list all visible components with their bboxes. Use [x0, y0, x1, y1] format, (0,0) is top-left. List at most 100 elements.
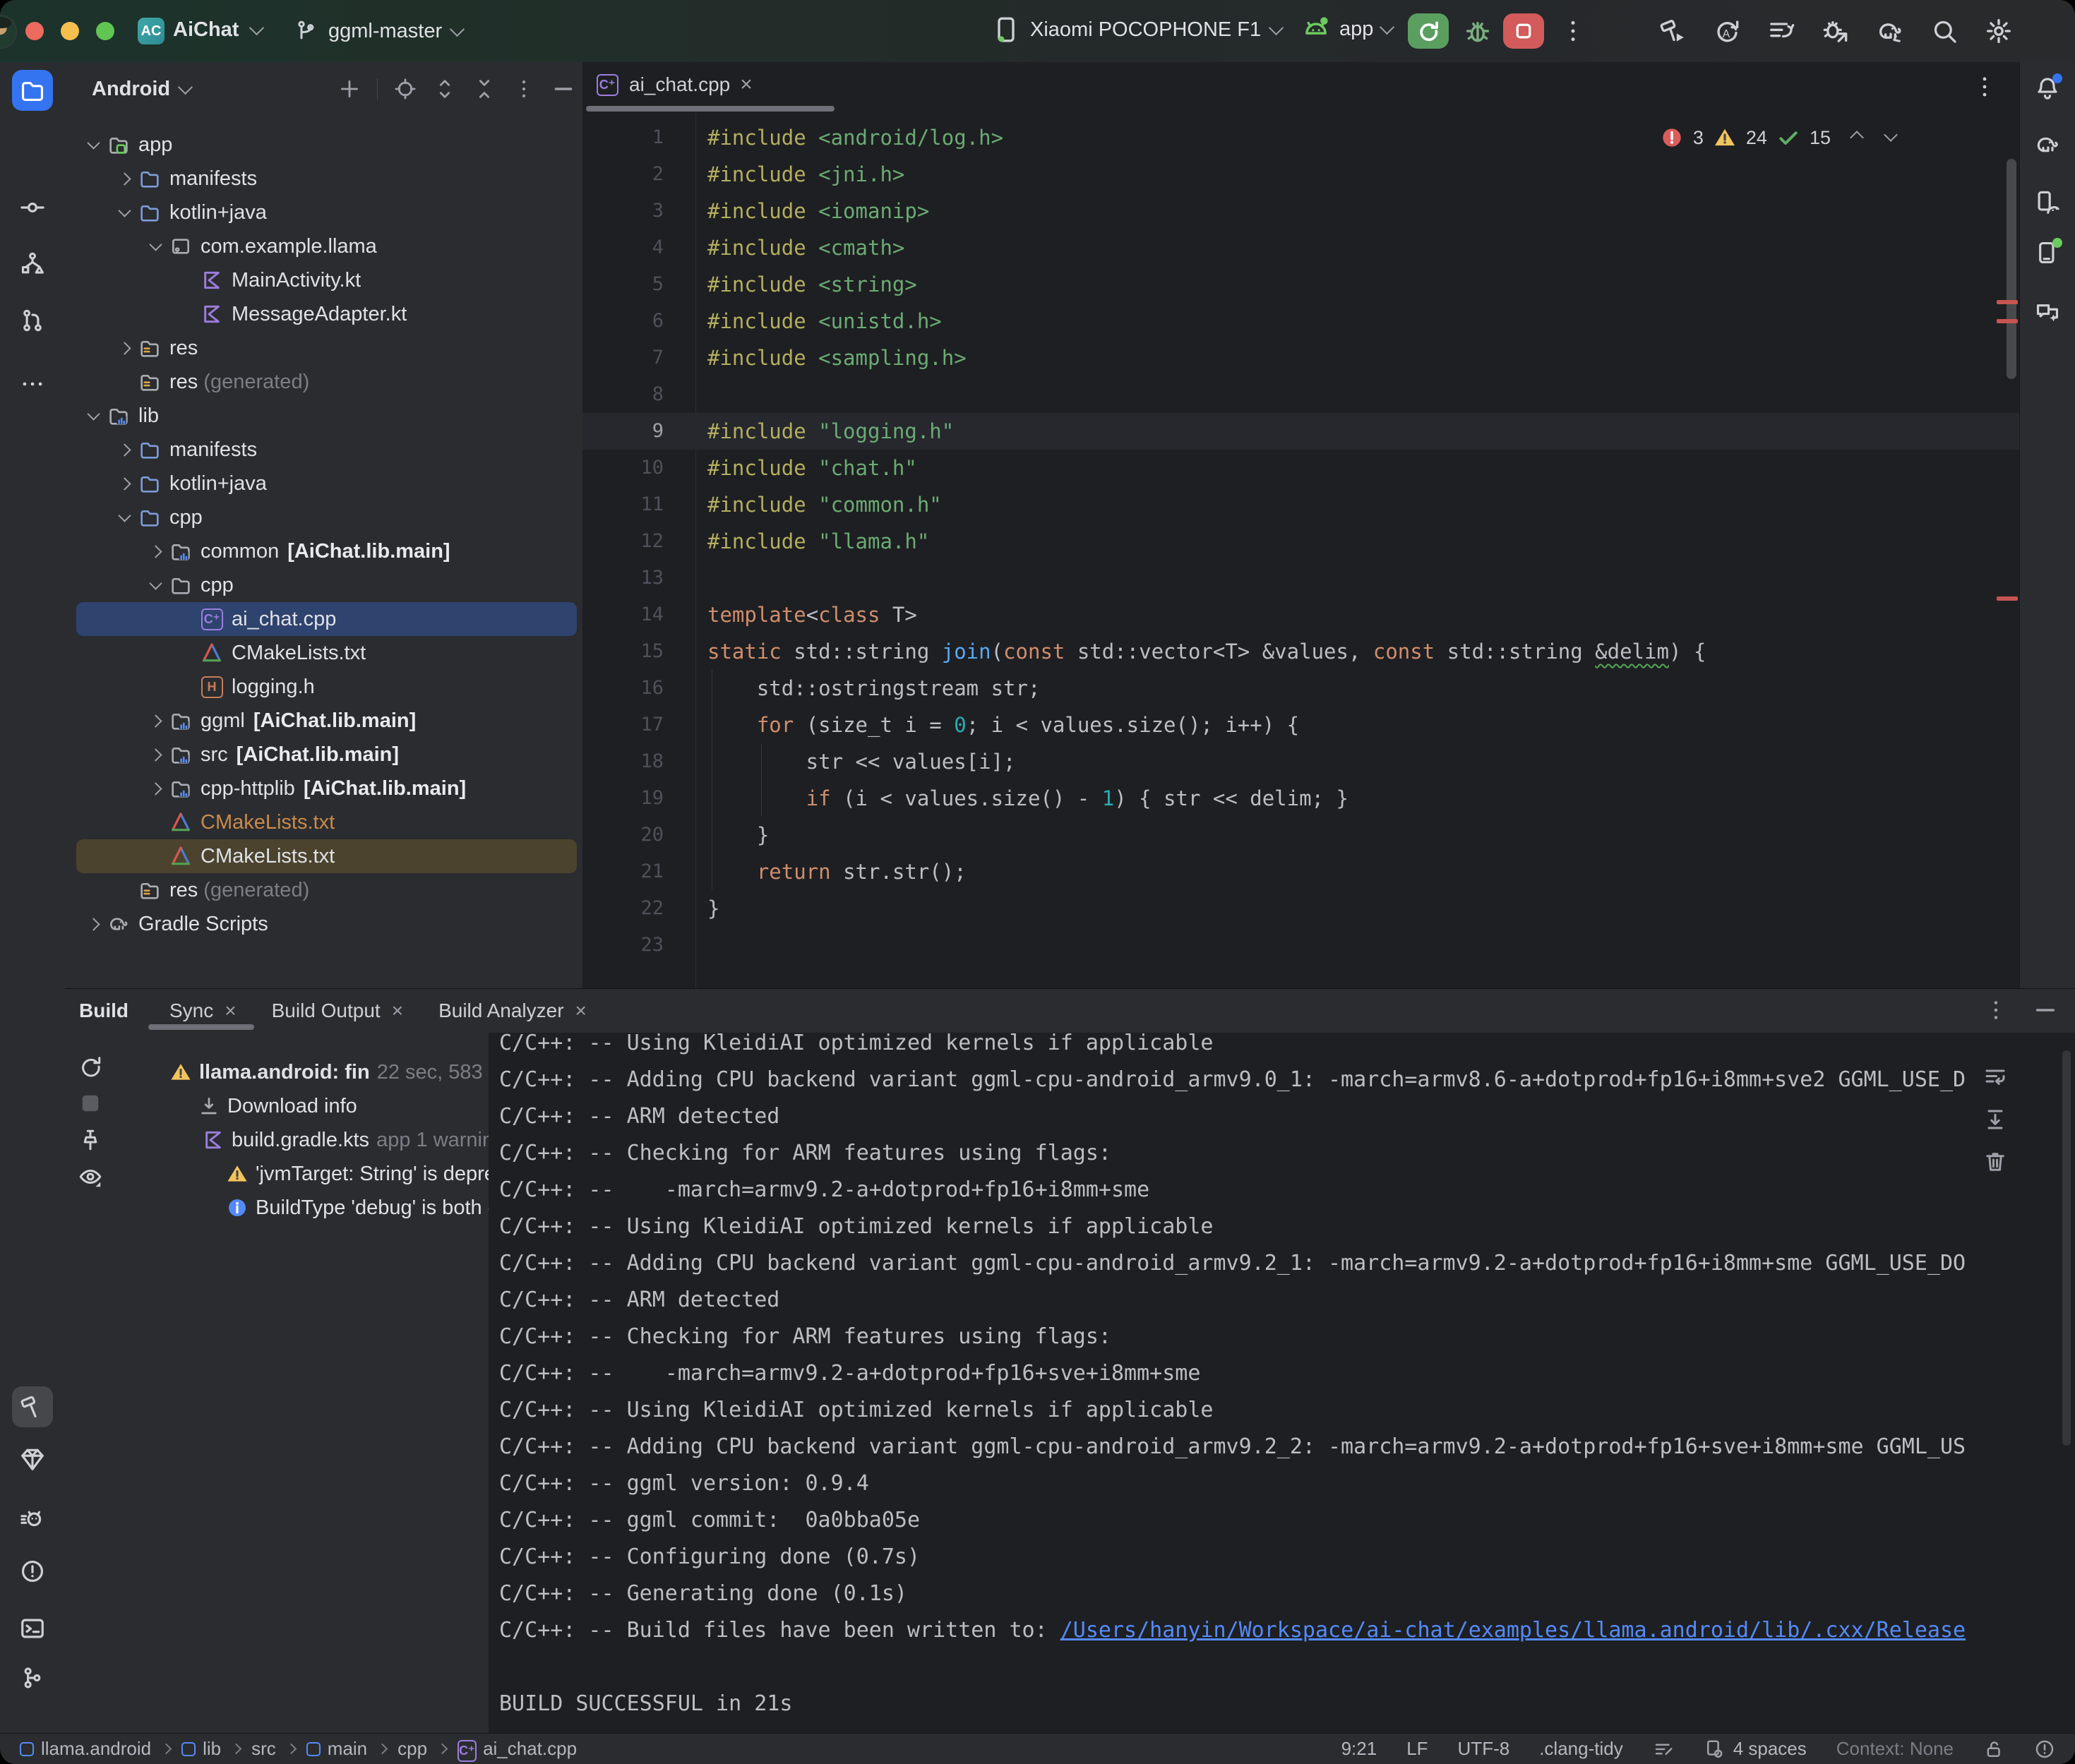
rail-build-hammer-icon[interactable]	[12, 1386, 53, 1427]
rail-more-icon[interactable]	[12, 364, 53, 404]
more-actions-kebab-icon[interactable]	[1559, 17, 1587, 45]
close-window-button[interactable]	[25, 22, 44, 40]
branch-widget[interactable]: ggml-master	[293, 18, 462, 44]
rail-problems-icon[interactable]	[12, 1551, 53, 1592]
tree-item-cpp[interactable]: cpp	[76, 500, 577, 534]
build-tab-sync[interactable]: Sync×	[169, 1000, 237, 1022]
hide-icon[interactable]	[551, 77, 575, 101]
indent-widget[interactable]: 4 spaces	[1704, 1738, 1807, 1760]
tree-item-gradle-scripts[interactable]: Gradle Scripts	[76, 907, 577, 941]
build-tree-item[interactable]: build.gradle.ktsapp 1 warning	[65, 1123, 489, 1157]
run-config-selector[interactable]: app	[1301, 14, 1392, 44]
build-tab-build-analyzer[interactable]: Build Analyzer×	[438, 1000, 587, 1022]
tree-item-src[interactable]: src[AiChat.lib.main]	[76, 738, 577, 772]
debug-button[interactable]	[1463, 16, 1493, 46]
kebab-icon[interactable]	[512, 77, 536, 101]
tree-chevron-icon[interactable]	[112, 166, 137, 191]
editor-options-kebab-icon[interactable]	[1971, 73, 1998, 100]
stop-button[interactable]	[1503, 13, 1544, 49]
tree-chevron-icon[interactable]	[143, 539, 168, 564]
rail-commit-icon[interactable]	[12, 187, 53, 228]
unfold-icon[interactable]	[433, 77, 457, 101]
line-ending[interactable]: LF	[1406, 1738, 1428, 1760]
breadcrumb-item[interactable]: cpp	[397, 1738, 427, 1760]
tree-chevron-icon[interactable]	[112, 200, 137, 225]
tree-item-cpp[interactable]: cpp	[76, 568, 577, 602]
rail-quality-gem-icon[interactable]	[12, 1439, 53, 1480]
rail-logcat-icon[interactable]	[12, 1498, 53, 1539]
close-icon[interactable]: ×	[740, 74, 753, 95]
build-tree-item[interactable]: llama.android: fin22 sec, 583 ms	[65, 1055, 489, 1089]
tree-item-cmakelists-txt[interactable]: CMakeLists.txt	[76, 805, 577, 839]
attach-debugger-icon[interactable]	[1822, 17, 1850, 45]
formatter-status-icon[interactable]	[1653, 1739, 1674, 1760]
tree-chevron-icon[interactable]	[143, 708, 168, 733]
tree-chevron-icon[interactable]	[143, 742, 168, 767]
scroll-end-icon[interactable]	[1983, 1107, 2008, 1132]
tree-item-res[interactable]: res(generated)	[76, 873, 577, 907]
rerun-button[interactable]	[1408, 13, 1449, 49]
build-output-link[interactable]: /Users/hanyin/Workspace/ai-chat/examples…	[1060, 1618, 1966, 1643]
hide-panel-icon[interactable]	[2033, 997, 2058, 1023]
tree-item-manifests[interactable]: manifests	[76, 433, 577, 467]
tree-item-logging-h[interactable]: Hlogging.h	[76, 670, 577, 704]
sync-project-icon[interactable]: A	[1713, 17, 1741, 45]
tree-item-cpp-httplib[interactable]: cpp-httplib[AiChat.lib.main]	[76, 772, 577, 805]
tree-item-com-example-llama[interactable]: com.example.llama	[76, 229, 577, 263]
tree-item-res[interactable]: res(generated)	[76, 365, 577, 399]
build-hammer-run-icon[interactable]	[1658, 17, 1687, 45]
tree-item-common[interactable]: common[AiChat.lib.main]	[76, 534, 577, 568]
build-tree-item[interactable]: BuildType 'debug' is both de	[65, 1191, 489, 1225]
breadcrumb-item[interactable]: main	[306, 1738, 367, 1760]
close-icon[interactable]: ×	[392, 1000, 403, 1022]
rail-device-manager-icon[interactable]	[2027, 182, 2068, 223]
maximize-window-button[interactable]	[96, 22, 114, 40]
breadcrumb-item[interactable]: llama.android	[20, 1738, 151, 1760]
rail-notifications-bell-icon[interactable]	[2027, 68, 2068, 109]
error-stripe-mark[interactable]	[1997, 596, 2018, 601]
tree-item-manifests[interactable]: manifests	[76, 162, 577, 196]
tree-chevron-icon[interactable]	[80, 911, 106, 937]
tree-item-app[interactable]: app	[76, 128, 577, 162]
problems-status-icon[interactable]	[2034, 1739, 2055, 1760]
tree-item-ggml[interactable]: ggml[AiChat.lib.main]	[76, 704, 577, 738]
tree-chevron-icon[interactable]	[112, 437, 137, 462]
tree-chevron-icon[interactable]	[80, 403, 106, 428]
rail-project-folder-icon[interactable]	[12, 70, 53, 111]
context-widget[interactable]: Context: None	[1836, 1738, 1954, 1760]
tree-chevron-icon[interactable]	[80, 132, 106, 157]
console-scrollbar[interactable]	[2062, 1050, 2071, 1446]
search-icon[interactable]	[1930, 17, 1959, 45]
lock-open-icon[interactable]	[1983, 1739, 2004, 1760]
editor-scrollbar[interactable]	[2007, 159, 2016, 379]
tree-item-res[interactable]: res	[76, 331, 577, 365]
breadcrumb-item[interactable]: src	[251, 1738, 276, 1760]
tree-chevron-icon[interactable]	[112, 471, 137, 496]
rail-gradle-icon[interactable]	[2027, 124, 2068, 165]
avatar[interactable]	[0, 15, 17, 49]
tree-item-lib[interactable]: lib	[76, 399, 577, 433]
rail-terminal-icon[interactable]	[12, 1608, 53, 1649]
rail-pull-requests-icon[interactable]	[12, 300, 53, 341]
profiler-icon[interactable]	[1767, 17, 1795, 45]
locate-icon[interactable]	[393, 77, 417, 101]
settings-gear-icon[interactable]	[1985, 17, 2013, 45]
rail-structure-icon[interactable]	[12, 243, 53, 284]
breadcrumb-item[interactable]: C⁺ai_chat.cpp	[458, 1738, 577, 1760]
device-selector[interactable]: Xiaomi POCOPHONE F1	[992, 14, 1281, 45]
breadcrumb-item[interactable]: lib	[181, 1738, 221, 1760]
code-style[interactable]: .clang-tidy	[1539, 1738, 1623, 1760]
tree-item-mainactivity-kt[interactable]: MainActivity.kt	[76, 263, 577, 297]
tree-item-kotlin-java[interactable]: kotlin+java	[76, 196, 577, 229]
collapse-icon[interactable]	[472, 77, 496, 101]
build-tree-item[interactable]: 'jvmTarget: String' is deprec	[65, 1157, 489, 1191]
code-area[interactable]: 1#include <android/log.h>2#include <jni.…	[582, 113, 2019, 988]
clear-icon[interactable]	[1983, 1149, 2008, 1175]
tree-chevron-icon[interactable]	[143, 572, 168, 598]
build-console[interactable]: C/C++: -- Using KleidiAI optimized kerne…	[489, 1033, 2075, 1734]
encoding[interactable]: UTF-8	[1458, 1738, 1510, 1760]
editor-tab[interactable]: C⁺ ai_chat.cpp ×	[595, 62, 753, 107]
tree-item-cmakelists-txt[interactable]: CMakeLists.txt	[76, 636, 577, 670]
tree-chevron-icon[interactable]	[112, 505, 137, 530]
rail-gemini-chat-icon[interactable]	[2027, 292, 2068, 333]
